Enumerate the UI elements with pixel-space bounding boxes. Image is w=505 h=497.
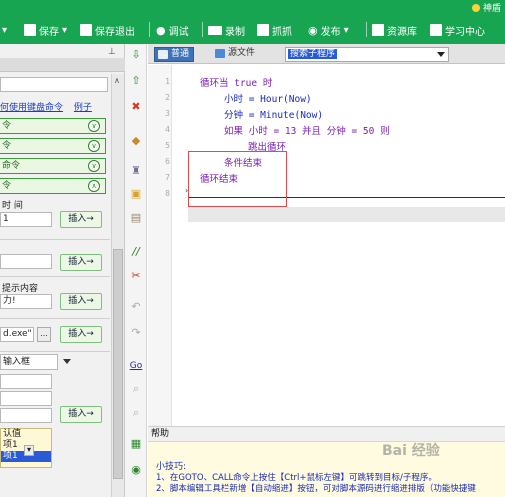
tab-normal[interactable]: 普通 [154, 47, 195, 62]
corner-label: 神盾 [482, 4, 501, 14]
redo-icon[interactable]: ↷ [129, 326, 143, 340]
tip-line-2: 2、脚本编辑工具栏新增【自动缩进】按钮，可对脚本源码进行缩进排版（功能快捷键 [156, 484, 476, 494]
save-exit-button[interactable]: 保存退出 [80, 21, 135, 39]
scroll-up-icon[interactable]: ∧ [114, 76, 120, 85]
save-button[interactable]: 保存 ▾ [24, 21, 67, 39]
input-box-field-1[interactable] [0, 374, 52, 389]
copy-icon[interactable]: ▣ [129, 187, 143, 201]
publish-button[interactable]: ◉ 发布 ▾ [308, 21, 349, 39]
code-line[interactable]: 如果 小时 = 13 并且 分钟 = 50 则 [224, 123, 390, 137]
normal-view-icon [158, 50, 168, 59]
resource-icon [372, 24, 384, 36]
debug-play-icon: ● [156, 23, 166, 37]
example-link[interactable]: 例子 [74, 103, 92, 113]
code-line[interactable]: 小时 = Hour(Now) [224, 91, 312, 105]
insert-button[interactable]: 插入→ [60, 326, 102, 343]
insert-button[interactable]: 插入→ [60, 254, 102, 271]
code-editor[interactable]: 1 2 3 4 5 6 7 8 › 循环当 true 时 小时 = Hour(N… [148, 65, 505, 455]
paste-icon[interactable]: ▤ [129, 211, 143, 225]
format-icon[interactable]: ◆ [129, 134, 143, 148]
chevron-down-icon [63, 359, 71, 364]
chevron-down-icon [437, 52, 445, 57]
code-line[interactable]: 分钟 = Minute(Now) [224, 107, 323, 121]
list-dropdown-button[interactable]: ▾ [24, 445, 34, 456]
goto-icon[interactable]: Go [129, 359, 143, 373]
coin-icon [471, 3, 480, 12]
list-item[interactable]: 认值 [1, 429, 51, 440]
chevron-down-icon[interactable]: ∨ [88, 140, 100, 152]
watermark: Bai 经验 [382, 443, 440, 459]
command-category-4[interactable]: 令 ∧ [0, 178, 106, 194]
template-icon[interactable]: ▦ [129, 437, 143, 451]
pin-icon[interactable]: ⊥ [108, 47, 116, 57]
editor-tabs: 普通 源文件 搜索子程序 [148, 44, 505, 64]
delete-icon[interactable]: ✖ [129, 100, 143, 114]
uncomment-icon[interactable]: ✂ [129, 269, 143, 283]
editor-tool-strip: ⇩ ⇧ ✖ ◆ ♜ ▣ ▤ // ✂ ↶ ↷ Go ⌕ ⌕ ▦ ◉ [125, 44, 147, 497]
insert-button[interactable]: 插入→ [60, 406, 102, 423]
command-search-input[interactable] [0, 77, 108, 92]
chevron-down-icon[interactable]: ∨ [88, 160, 100, 172]
save-icon [24, 24, 36, 36]
main-toolbar: 神盾 ▾ 保存 ▾ 保存退出 ● 调试 录制 抓抓 ◉ 发布 ▾ 资源库 学习中心 [0, 0, 505, 44]
insert-button[interactable]: 插入→ [60, 293, 102, 310]
move-down-icon[interactable]: ⇩ [129, 48, 143, 62]
command-panel-scrollbar[interactable]: ∧ [111, 74, 124, 497]
undo-icon[interactable]: ↶ [129, 300, 143, 314]
save-exit-icon [80, 24, 92, 36]
browse-button[interactable]: ... [37, 327, 51, 342]
find-icon[interactable]: ⌕ [129, 382, 143, 396]
prompt-label: 提示内容 [2, 284, 39, 294]
source-file-icon [215, 49, 225, 58]
script-editor-area: 普通 源文件 搜索子程序 1 2 3 4 5 6 7 8 › 循环当 true … [148, 44, 505, 497]
prompt-input[interactable]: 力! [0, 294, 52, 309]
insert-button[interactable]: 插入→ [60, 211, 102, 228]
learning-center-button[interactable]: 学习中心 [430, 21, 485, 39]
help-panel: 帮助 小技巧: 1、在GOTO、CALL命令上按住【Ctrl+鼠标左键】可跳转到… [148, 426, 505, 497]
find-next-icon[interactable]: ⌕ [129, 406, 143, 420]
indent-icon[interactable]: ♜ [129, 164, 143, 178]
corner-badge: 神盾 [471, 1, 501, 14]
command-panel: ⊥ 何使用键盘命令 例子 令 ∨ 令 ∨ 命令 ∨ 令 ∧ 时 间 1 插入→ … [0, 44, 125, 497]
keyboard-help-link[interactable]: 何使用键盘命令 [0, 103, 63, 113]
tab-source[interactable]: 源文件 [212, 47, 259, 62]
learning-icon [430, 24, 442, 36]
time-label: 时 间 [2, 201, 23, 211]
comment-icon[interactable]: // [129, 245, 143, 259]
command-category-2[interactable]: 令 ∨ [0, 138, 106, 154]
publish-icon: ◉ [308, 23, 318, 37]
code-line[interactable]: 循环当 true 时 [200, 75, 272, 89]
record-button[interactable]: 录制 [208, 21, 245, 39]
subroutine-search-select[interactable]: 搜索子程序 [285, 47, 449, 62]
help-link-row: 何使用键盘命令 例子 [0, 100, 110, 114]
scrollbar-thumb[interactable] [113, 249, 123, 479]
record-icon [208, 25, 222, 35]
input-box-field-2[interactable] [0, 391, 52, 406]
current-line-highlight [188, 207, 505, 222]
input-box-field-3[interactable] [0, 408, 52, 423]
help-header: 帮助 [148, 427, 505, 442]
input-box-select[interactable]: 输入框 [0, 354, 71, 370]
resource-library-button[interactable]: 资源库 [372, 21, 417, 39]
chevron-up-icon[interactable]: ∧ [88, 180, 100, 192]
move-up-icon[interactable]: ⇧ [129, 74, 143, 88]
command-category-3[interactable]: 命令 ∨ [0, 158, 106, 174]
view-icon[interactable]: ◉ [129, 463, 143, 477]
time-input[interactable]: 1 [0, 212, 52, 227]
highlight-annotation-box [188, 151, 287, 207]
command-category-1[interactable]: 令 ∨ [0, 118, 106, 134]
line-number-gutter: 1 2 3 4 5 6 7 8 [148, 65, 172, 455]
command-panel-header [0, 58, 125, 72]
param-input[interactable] [0, 254, 52, 269]
chevron-down-icon[interactable]: ∨ [88, 120, 100, 132]
capture-icon [257, 24, 269, 36]
capture-button[interactable]: 抓抓 [257, 21, 292, 39]
toolbar-dropdown-arrow[interactable]: ▾ [2, 21, 7, 39]
debug-button[interactable]: ● 调试 [156, 21, 189, 39]
path-input[interactable]: d.exe" [0, 327, 34, 342]
